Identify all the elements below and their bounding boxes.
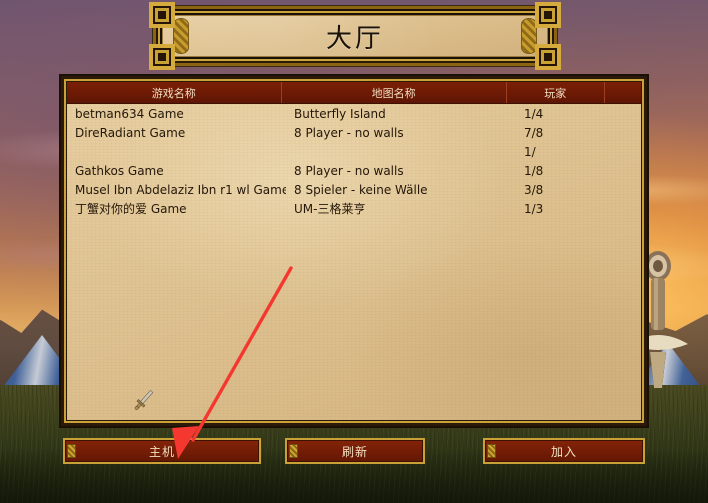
celtic-knot-corner-icon [535, 44, 561, 70]
join-button[interactable]: 加入 [483, 438, 645, 464]
title-banner: 大厅 [149, 2, 561, 70]
cell-players: 7/8 [524, 125, 544, 140]
table-row[interactable]: DireRadiant Game 8 Player - no walls 7/8 [67, 123, 641, 142]
cell-map-name: 8 Player - no walls [294, 125, 404, 140]
column-header-map-name[interactable]: 地图名称 [282, 82, 507, 103]
cell-game-name: Musel Ibn Abdelaziz Ibn r1 wl Game [75, 182, 286, 197]
banner-face: 大厅 [162, 15, 548, 57]
cell-game-name: 丁蟹对你的爱 Game [75, 202, 187, 216]
cell-map-name: Butterfly Island [294, 106, 386, 121]
cell-players: 1/ [524, 144, 536, 159]
cell-game-name: betman634 Game [75, 106, 184, 121]
column-header-players[interactable]: 玩家 [507, 82, 605, 103]
cell-game-name: Gathkos Game [75, 163, 164, 178]
cell-map-name: 8 Spieler - keine Wälle [294, 182, 428, 197]
host-button[interactable]: 主机 [63, 438, 261, 464]
banner-ornament-left-icon [173, 18, 189, 54]
cell-game-name: DireRadiant Game [75, 125, 186, 140]
lobby-panel-gold-border: 游戏名称 地图名称 玩家 betman634 Game Butterfly Is… [64, 79, 644, 423]
sword-cursor-icon [134, 389, 154, 411]
cell-players: 1/8 [524, 163, 544, 178]
celtic-knot-corner-icon [535, 2, 561, 28]
button-ornament-icon [487, 444, 496, 458]
lobby-panel: 游戏名称 地图名称 玩家 betman634 Game Butterfly Is… [59, 74, 649, 428]
celtic-knot-corner-icon [149, 44, 175, 70]
table-row[interactable]: Gathkos Game 8 Player - no walls 1/8 [67, 161, 641, 180]
refresh-button[interactable]: 刷新 [285, 438, 425, 464]
join-button-label: 加入 [550, 444, 577, 459]
table-row[interactable]: 1/ [67, 142, 641, 161]
lobby-panel-body: 游戏名称 地图名称 玩家 betman634 Game Butterfly Is… [67, 82, 641, 420]
lobby-action-buttons: 主机 刷新 加入 [63, 438, 645, 464]
button-ornament-icon [67, 444, 76, 458]
column-header-game-name[interactable]: 游戏名称 [67, 82, 282, 103]
game-list-table: 游戏名称 地图名称 玩家 betman634 Game Butterfly Is… [67, 82, 641, 218]
table-row[interactable]: Musel Ibn Abdelaziz Ibn r1 wl Game 8 Spi… [67, 180, 641, 199]
page-title: 大厅 [325, 23, 384, 54]
cell-players: 3/8 [524, 182, 544, 197]
table-header-row: 游戏名称 地图名称 玩家 [67, 82, 641, 104]
cell-players: 1/3 [524, 201, 544, 216]
table-row[interactable]: betman634 Game Butterfly Island 1/4 [67, 104, 641, 123]
cell-map-name: 8 Player - no walls [294, 163, 404, 178]
refresh-button-label: 刷新 [341, 444, 368, 459]
column-header-extra[interactable] [605, 82, 641, 103]
game-list-rows: betman634 Game Butterfly Island 1/4 Dire… [67, 104, 641, 218]
game-lobby-screen: 大厅 游戏名称 地图名称 玩家 betman634 Game Butterfly… [0, 0, 708, 503]
host-button-label: 主机 [148, 444, 175, 459]
cell-players: 1/4 [524, 106, 544, 121]
cell-map-name: UM-三格莱亨 [294, 202, 366, 216]
celtic-knot-corner-icon [149, 2, 175, 28]
button-ornament-icon [289, 444, 298, 458]
table-row[interactable]: 丁蟹对你的爱 Game UM-三格莱亨 1/3 [67, 199, 641, 218]
